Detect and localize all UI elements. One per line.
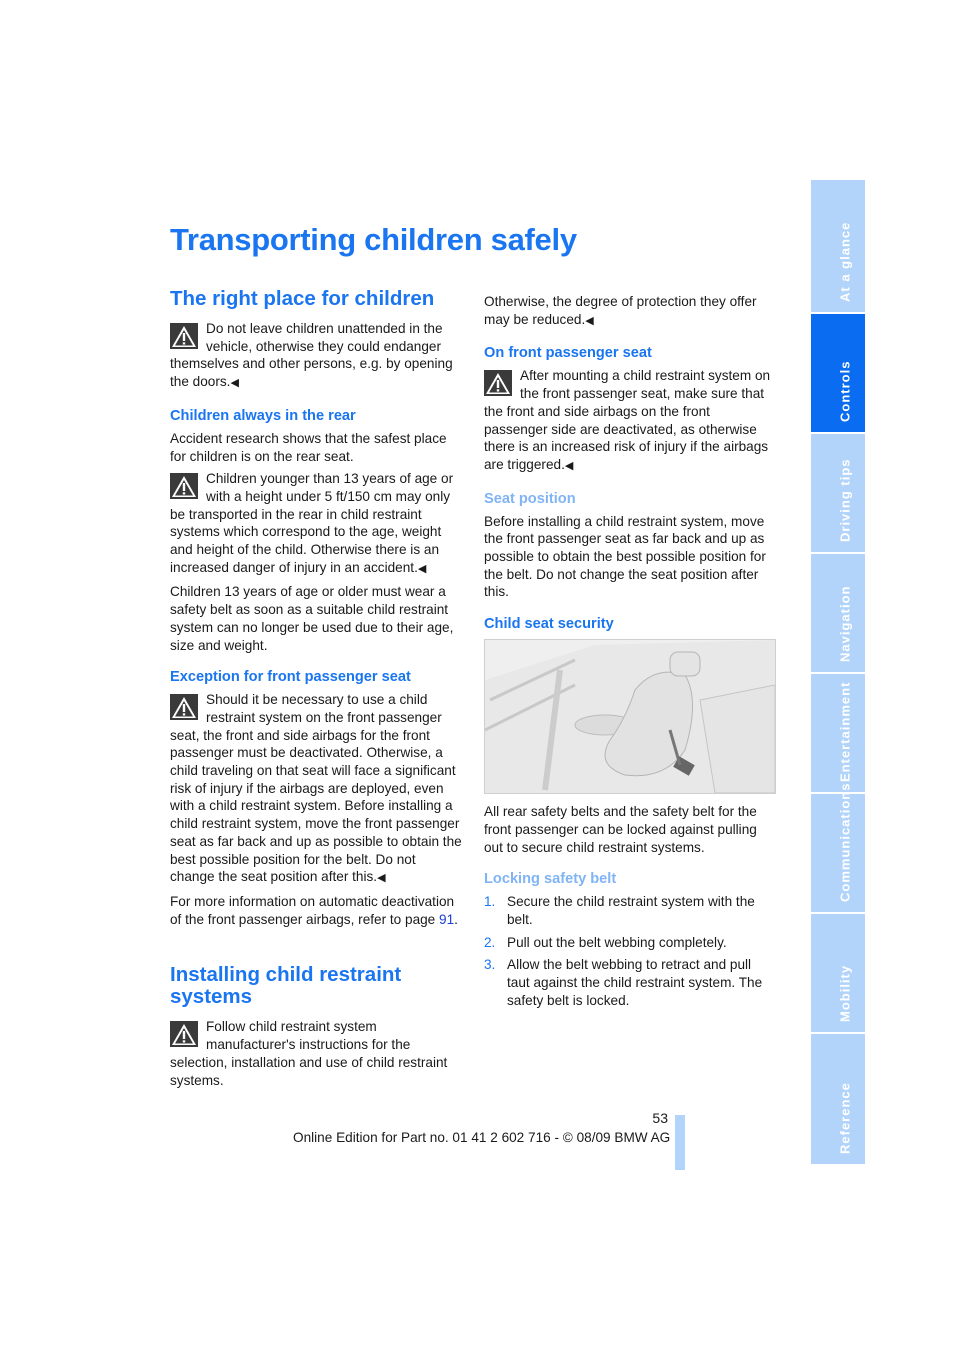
warning-note: Children younger than 13 years of age or…	[170, 471, 454, 575]
warning-note: Follow child restraint system manufactur…	[170, 1019, 448, 1088]
warning-note: Do not leave children unattended in the …	[170, 321, 453, 390]
page-number: 53	[652, 1110, 668, 1126]
warning-note: After mounting a child restraint system …	[484, 368, 771, 472]
paragraph: All rear safety belts and the safety bel…	[484, 804, 757, 855]
list-item: 2. Pull out the belt webbing completely.	[484, 934, 727, 950]
paragraph: Children 13 years of age or older must w…	[170, 584, 454, 653]
tab-controls[interactable]: Controls	[811, 314, 865, 432]
tab-mobility[interactable]: Mobility	[811, 914, 865, 1032]
end-mark-icon: ◀	[564, 459, 574, 472]
paragraph: Otherwise, the degree of protection they…	[484, 294, 757, 327]
warning-icon	[170, 473, 198, 500]
tab-at-a-glance[interactable]: At a glance	[811, 180, 865, 312]
tab-navigation[interactable]: Navigation	[811, 554, 865, 672]
list-item: 3. Allow the belt webbing to retract and …	[484, 957, 763, 1008]
paragraph: Before installing a child restraint syst…	[484, 513, 766, 600]
warning-icon	[170, 1021, 198, 1048]
paragraph: For more information on automatic deacti…	[170, 893, 458, 927]
heading-front-passenger: On front passenger seat	[484, 345, 652, 362]
end-mark-icon: ◀	[377, 872, 386, 885]
end-mark-icon: ◀	[417, 562, 427, 575]
paragraph: Accident research shows that the safest …	[170, 430, 447, 464]
heading-locking: Locking safety belt	[484, 871, 617, 888]
warning-icon	[484, 370, 512, 397]
tab-communications[interactable]: Communications	[811, 783, 865, 912]
left-column: The right place for children Do not leav…	[170, 288, 462, 1094]
page-title: Transporting children safely	[170, 222, 577, 257]
right-column: Otherwise, the degree of protection they…	[484, 293, 776, 1014]
footer-text: Online Edition for Part no. 01 41 2 602 …	[293, 1130, 671, 1145]
warning-note: Should it be necessary to use a child re…	[170, 692, 462, 885]
heading-rear: Children always in the rear	[170, 407, 356, 424]
warning-icon	[170, 323, 198, 349]
footer-bar	[675, 1115, 685, 1170]
heading-child-seat-security: Child seat security	[484, 616, 614, 633]
warning-icon	[170, 694, 198, 721]
page-link[interactable]: 91	[439, 912, 454, 927]
tab-driving-tips[interactable]: Driving tips	[811, 434, 865, 552]
child-seat-illustration	[484, 639, 776, 795]
end-mark-icon: ◀	[585, 314, 594, 327]
heading-seat-position: Seat position	[484, 490, 576, 507]
end-mark-icon: ◀	[230, 377, 239, 390]
tab-reference[interactable]: Reference	[811, 1034, 865, 1164]
chapter-tabs: At a glance Controls Driving tips Naviga…	[811, 180, 865, 1166]
steps-list: 1. Secure the child restraint system with…	[484, 893, 776, 1009]
heading-right-place: The right place for children	[170, 287, 435, 310]
list-item: 1. Secure the child restraint system with…	[484, 894, 755, 927]
tab-entertainment[interactable]: Entertainment	[811, 674, 865, 792]
heading-exception: Exception for front passenger seat	[170, 669, 411, 686]
heading-installing: Installing child restraint systems	[170, 963, 402, 1009]
